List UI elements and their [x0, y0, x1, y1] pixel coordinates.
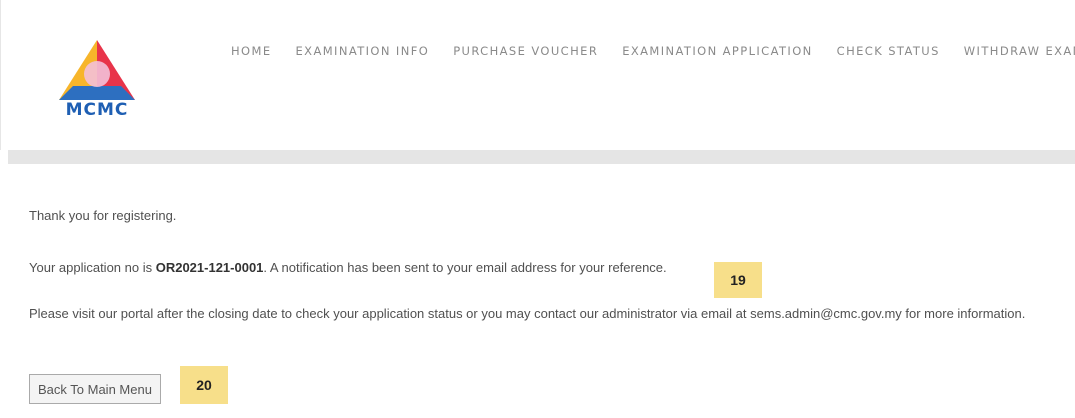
application-number: OR2021-121-0001 [155, 260, 264, 275]
application-number-text: Your application no is OR2021-121-0001. … [29, 260, 667, 275]
portal-note-text: Please visit our portal after the closin… [29, 306, 1026, 321]
main-nav: HOME EXAMINATION INFO PURCHASE VOUCHER E… [231, 44, 1075, 58]
mcmc-logo-icon: MCMC [59, 40, 135, 120]
nav-examination-info[interactable]: EXAMINATION INFO [296, 44, 430, 58]
annotation-badge-19: 19 [714, 262, 762, 298]
annotation-badge-20: 20 [180, 366, 228, 404]
nav-purchase-voucher[interactable]: PURCHASE VOUCHER [453, 44, 598, 58]
site-header: MCMC HOME EXAMINATION INFO PURCHASE VOUC… [0, 0, 1075, 150]
svg-text:MCMC: MCMC [66, 100, 129, 120]
nav-home[interactable]: HOME [231, 44, 272, 58]
back-to-main-menu-button[interactable]: Back To Main Menu [29, 374, 161, 404]
thank-you-text: Thank you for registering. [29, 208, 177, 223]
nav-withdraw-exam[interactable]: WITHDRAW EXAM [964, 44, 1075, 58]
mcmc-logo[interactable]: MCMC [45, 36, 149, 120]
nav-examination-application[interactable]: EXAMINATION APPLICATION [622, 44, 812, 58]
header-divider-band [8, 150, 1075, 164]
nav-check-status[interactable]: CHECK STATUS [837, 44, 940, 58]
